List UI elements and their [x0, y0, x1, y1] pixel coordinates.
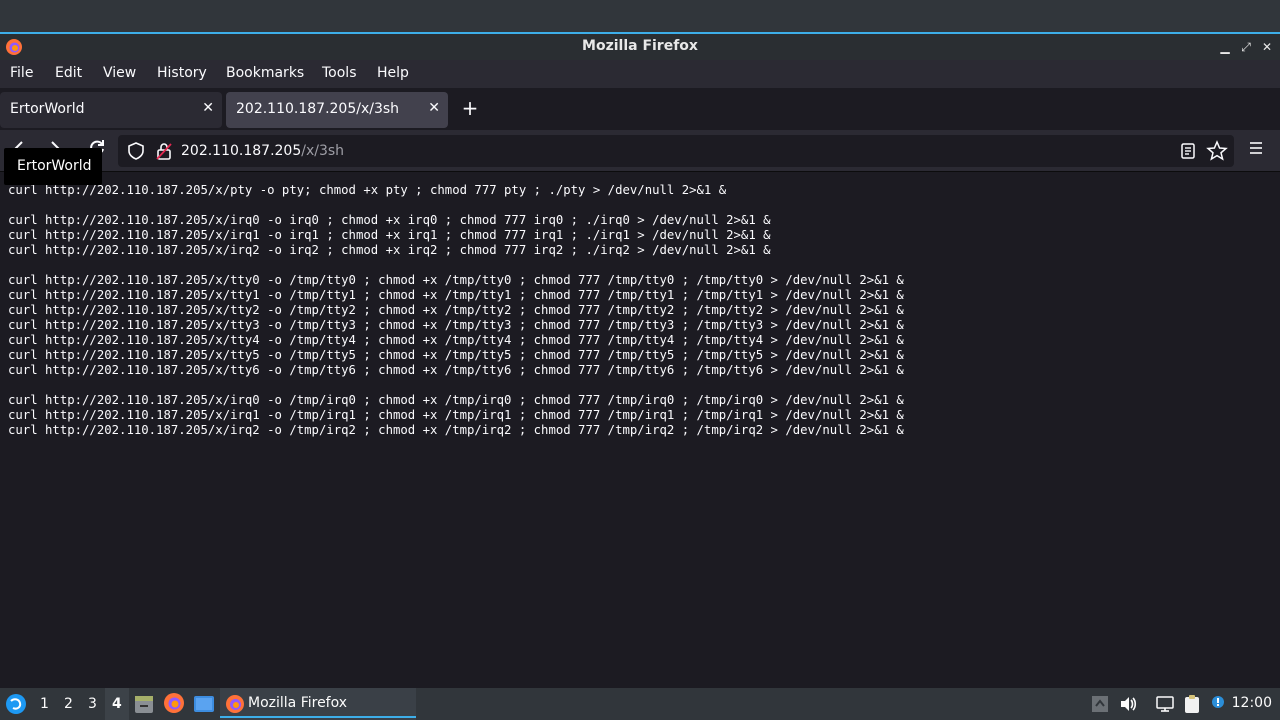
workspace-3[interactable]: 3 [88, 696, 97, 712]
hamburger-menu-icon[interactable] [1245, 137, 1267, 159]
clipboard-icon[interactable] [1182, 694, 1202, 714]
tab-3sh[interactable]: 202.110.187.205/x/3sh ✕ [226, 92, 448, 128]
tab-ertorworld[interactable]: ErtorWorld ✕ [0, 92, 222, 128]
workspace-4[interactable]: 4 [112, 696, 122, 712]
menu-file[interactable]: File [10, 65, 33, 81]
notification-icon[interactable] [1208, 694, 1228, 714]
taskbar-item-firefox[interactable]: Mozilla Firefox [220, 688, 416, 720]
firefox-launcher-icon[interactable] [163, 692, 185, 714]
page-content: curl http://202.110.187.205/x/pty -o pty… [0, 173, 1280, 688]
minimize-button[interactable]: ▁ [1216, 37, 1234, 57]
volume-icon[interactable] [1118, 694, 1138, 714]
taskbar-item-label: Mozilla Firefox [248, 695, 348, 711]
menu-view[interactable]: View [103, 65, 136, 81]
url-path: /x/3sh [301, 143, 345, 159]
tab-label: ErtorWorld [10, 101, 85, 117]
window-title: Mozilla Firefox [582, 38, 698, 54]
workspace-1[interactable]: 1 [40, 696, 49, 712]
tab-tooltip: ErtorWorld [4, 148, 102, 185]
file-manager-icon[interactable] [134, 693, 154, 715]
network-icon[interactable] [1155, 694, 1175, 714]
tab-label: 202.110.187.205/x/3sh [236, 101, 400, 117]
menu-help[interactable]: Help [377, 65, 409, 81]
script-text: curl http://202.110.187.205/x/pty -o pty… [8, 183, 904, 437]
menu-bookmarks[interactable]: Bookmarks [226, 65, 304, 81]
insecure-lock-icon[interactable] [154, 141, 174, 161]
tab-bar: ErtorWorld ✕ 202.110.187.205/x/3sh ✕ + [0, 88, 1280, 130]
menu-bar: File Edit View History Bookmarks Tools H… [0, 60, 1280, 88]
close-tab-icon[interactable]: ✕ [202, 100, 214, 116]
maximize-button[interactable]: ⤢ [1237, 37, 1255, 57]
tray-expand-icon[interactable] [1090, 694, 1110, 714]
taskbar: 1 2 3 4 Mozilla Firefox 12:00 [0, 688, 1280, 720]
menu-tools[interactable]: Tools [322, 65, 357, 81]
reader-view-icon[interactable] [1178, 141, 1198, 161]
url-bar[interactable]: 202.110.187.205/x/3sh [118, 135, 1234, 167]
menu-edit[interactable]: Edit [55, 65, 82, 81]
bookmark-star-icon[interactable] [1206, 140, 1228, 162]
url-text: 202.110.187.205/x/3sh [181, 143, 344, 159]
terminal-icon[interactable] [193, 693, 215, 715]
desktop-top-panel [0, 0, 1280, 33]
nav-toolbar: 202.110.187.205/x/3sh [0, 130, 1280, 172]
menu-history[interactable]: History [157, 65, 207, 81]
close-tab-icon[interactable]: ✕ [428, 100, 440, 116]
workspace-2[interactable]: 2 [64, 696, 73, 712]
firefox-icon [226, 695, 244, 713]
window-titlebar[interactable]: Mozilla Firefox ▁ ⤢ ✕ [0, 34, 1280, 60]
shield-icon[interactable] [126, 141, 146, 161]
active-task-indicator [220, 716, 416, 718]
url-host: 202.110.187.205 [181, 143, 302, 159]
new-tab-button[interactable]: + [460, 97, 480, 121]
clock: 12:00 [1231, 695, 1272, 711]
close-window-button[interactable]: ✕ [1258, 37, 1276, 57]
app-launcher-icon[interactable] [5, 693, 27, 715]
